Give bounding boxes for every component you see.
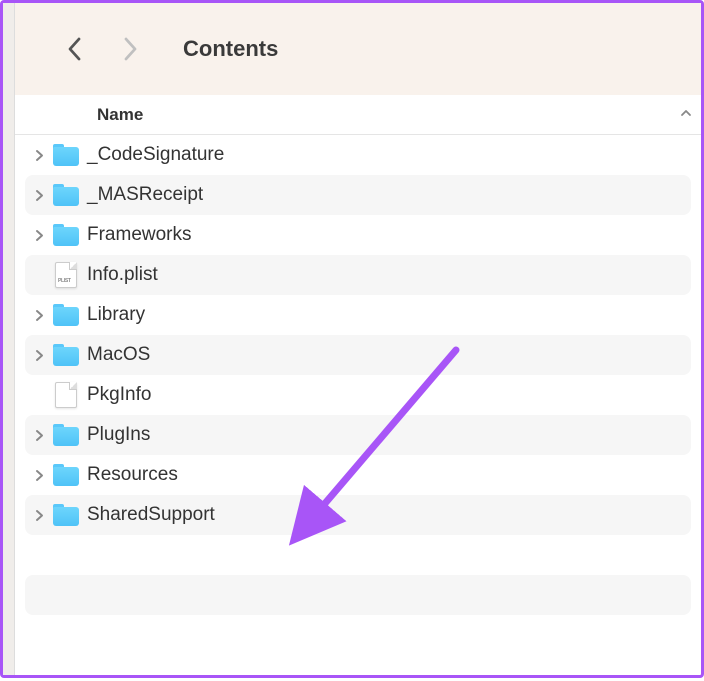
item-name: PkgInfo (87, 384, 151, 406)
name-column-label: Name (97, 105, 143, 125)
folder-icon (53, 304, 79, 326)
list-item[interactable]: _CodeSignature (15, 135, 701, 175)
chevron-right-icon (34, 509, 45, 522)
disclosure-wrap (27, 423, 51, 447)
disclosure-triangle[interactable] (27, 503, 51, 527)
list-item[interactable]: Library (15, 295, 701, 335)
chevron-right-icon (34, 429, 45, 442)
list-item[interactable]: Resources (15, 455, 701, 495)
disclosure-triangle[interactable] (27, 303, 51, 327)
chevron-right-icon (34, 349, 45, 362)
forward-button[interactable] (109, 28, 151, 70)
list-item[interactable]: SharedSupport (25, 495, 691, 535)
toolbar: Contents (15, 3, 701, 95)
finder-window: Contents Name _CodeSignature _MASReceipt F… (3, 3, 701, 675)
disclosure-wrap (27, 143, 51, 167)
column-header[interactable]: Name (15, 95, 701, 135)
disclosure-wrap (27, 463, 51, 487)
item-name: Info.plist (87, 264, 158, 286)
disclosure-triangle[interactable] (27, 343, 51, 367)
folder-icon (53, 144, 79, 166)
chevron-right-icon (122, 36, 139, 62)
disclosure-triangle[interactable] (27, 223, 51, 247)
item-name: MacOS (87, 344, 150, 366)
disclosure-triangle[interactable] (27, 423, 51, 447)
chevron-right-icon (34, 309, 45, 322)
item-name: SharedSupport (87, 504, 215, 526)
list-item[interactable]: MacOS (25, 335, 691, 375)
main-content: Contents Name _CodeSignature _MASReceipt F… (15, 3, 701, 675)
list-item[interactable]: PlugIns (25, 415, 691, 455)
file-icon (55, 382, 77, 408)
folder-icon (53, 344, 79, 366)
empty-row (25, 575, 691, 615)
item-name: Library (87, 304, 145, 326)
chevron-left-icon (66, 36, 83, 62)
folder-icon (53, 424, 79, 446)
chevron-right-icon (34, 469, 45, 482)
back-button[interactable] (53, 28, 95, 70)
item-name: PlugIns (87, 424, 150, 446)
item-name: _CodeSignature (87, 144, 224, 166)
list-item[interactable]: Info.plist (25, 255, 691, 295)
item-name: _MASReceipt (87, 184, 203, 206)
disclosure-triangle[interactable] (27, 463, 51, 487)
disclosure-wrap (27, 223, 51, 247)
list-item[interactable]: Frameworks (15, 215, 701, 255)
empty-row (15, 535, 701, 575)
folder-icon (53, 184, 79, 206)
folder-icon (53, 464, 79, 486)
file-list[interactable]: _CodeSignature _MASReceipt Frameworks Info.… (15, 135, 701, 675)
folder-title: Contents (183, 36, 278, 62)
chevron-right-icon (34, 149, 45, 162)
folder-icon (53, 504, 79, 526)
disclosure-wrap (27, 303, 51, 327)
list-item[interactable]: PkgInfo (15, 375, 701, 415)
folder-icon (53, 224, 79, 246)
sort-indicator-icon (679, 106, 693, 125)
disclosure-wrap (27, 503, 51, 527)
disclosure-wrap (27, 183, 51, 207)
sidebar-strip (3, 3, 15, 675)
empty-row (15, 615, 701, 655)
disclosure-wrap (27, 343, 51, 367)
item-name: Frameworks (87, 224, 192, 246)
item-name: Resources (87, 464, 178, 486)
plist-file-icon (55, 262, 77, 288)
chevron-right-icon (34, 189, 45, 202)
chevron-right-icon (34, 229, 45, 242)
list-item[interactable]: _MASReceipt (25, 175, 691, 215)
disclosure-triangle[interactable] (27, 143, 51, 167)
disclosure-triangle[interactable] (27, 183, 51, 207)
